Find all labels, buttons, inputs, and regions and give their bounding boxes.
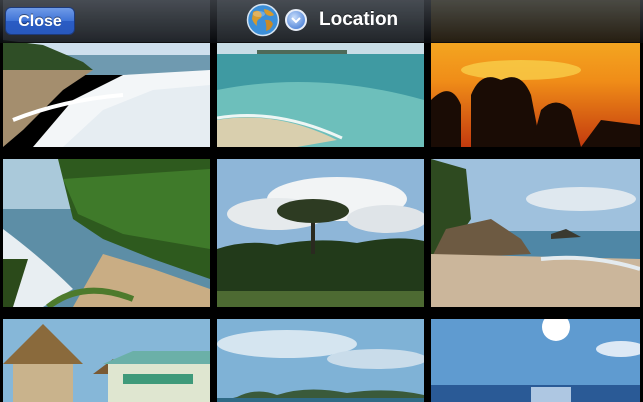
photo-thumbnail[interactable] <box>3 159 210 307</box>
photo-thumbnail[interactable] <box>217 319 424 402</box>
globe-icon[interactable] <box>246 3 280 37</box>
page-title: Location <box>319 9 399 30</box>
top-navigation-bar: Close Location <box>0 0 643 43</box>
location-title-group[interactable]: Location <box>246 3 398 37</box>
photo-thumbnail[interactable] <box>431 159 640 307</box>
photo-grid <box>0 0 643 402</box>
photo-thumbnail[interactable] <box>3 319 210 402</box>
photo-thumbnail[interactable] <box>217 159 424 307</box>
close-button[interactable]: Close <box>5 7 75 35</box>
photo-thumbnail[interactable] <box>431 319 640 402</box>
chevron-down-icon[interactable] <box>285 9 307 31</box>
